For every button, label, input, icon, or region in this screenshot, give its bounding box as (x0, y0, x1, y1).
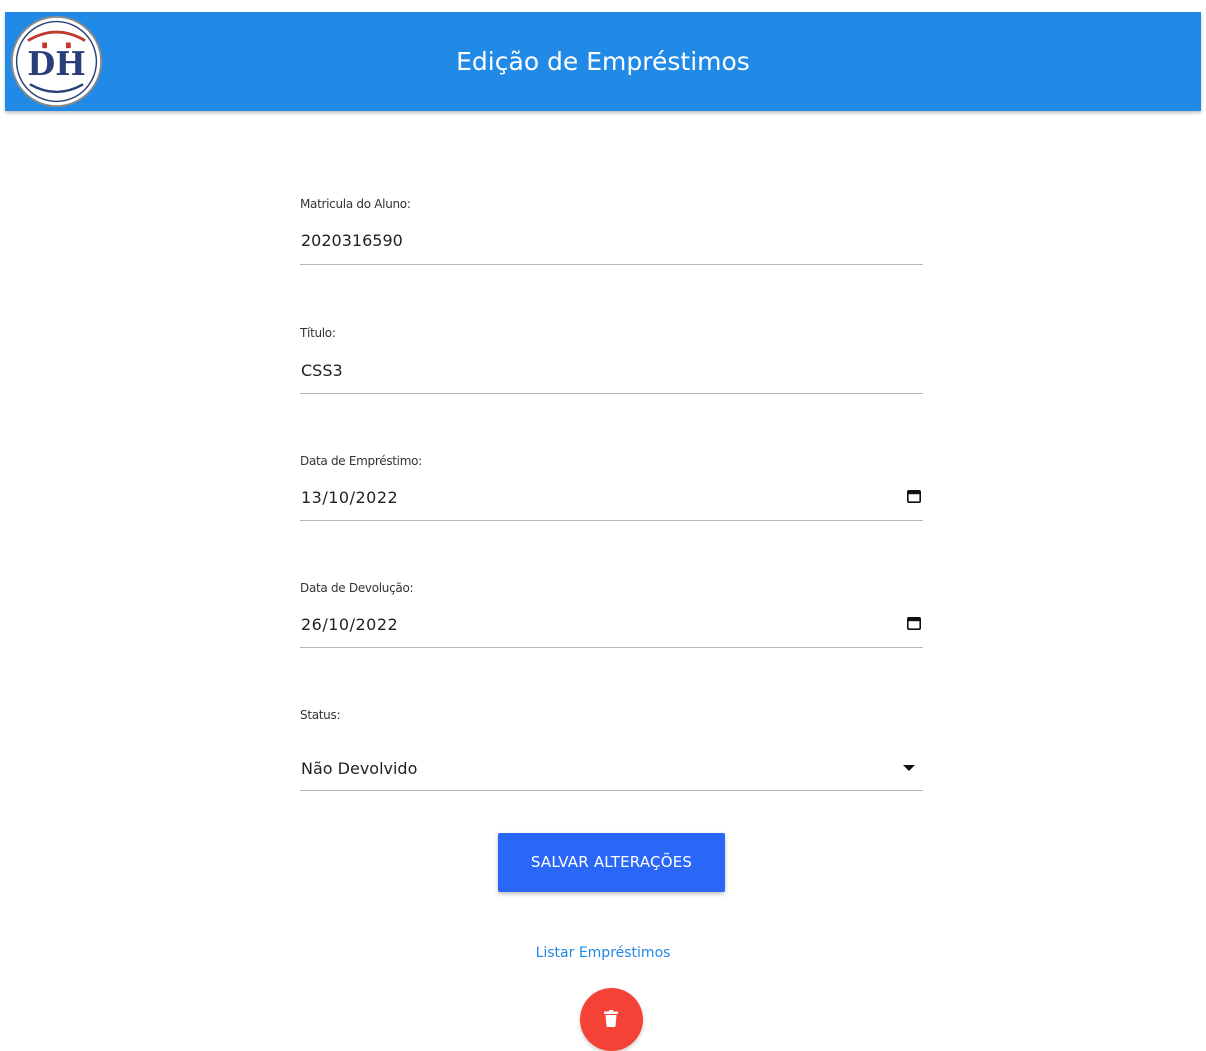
titulo-field[interactable]: Título: CSS3 (300, 326, 923, 396)
data-emprestimo-underline (300, 520, 923, 521)
matricula-underline (300, 264, 923, 265)
dropdown-arrow-icon[interactable] (903, 765, 915, 772)
list-loans-link[interactable]: Listar Empréstimos (0, 945, 1206, 961)
delete-button[interactable] (580, 988, 643, 1051)
save-changes-button[interactable]: SALVAR ALTERAÇÕES (498, 833, 725, 892)
data-devolucao-label: Data de Devolução: (300, 581, 414, 595)
data-emprestimo-input[interactable]: 13/10/2022 (301, 488, 398, 507)
status-label: Status: (300, 708, 341, 722)
calendar-icon[interactable] (907, 490, 921, 503)
titulo-label: Título: (300, 326, 336, 340)
matricula-label: Matricula do Aluno: (300, 197, 411, 211)
data-emprestimo-field[interactable]: Data de Empréstimo: 13/10/2022 (300, 454, 923, 524)
page-title: Edição de Empréstimos (456, 47, 750, 76)
app-header: DH Edição de Empréstimos (5, 12, 1201, 111)
status-field[interactable]: Status: Não Devolvido (300, 708, 923, 793)
data-devolucao-input[interactable]: 26/10/2022 (301, 615, 398, 634)
trash-icon (604, 1010, 618, 1027)
data-devolucao-underline (300, 647, 923, 648)
titulo-underline (300, 393, 923, 394)
titulo-input[interactable]: CSS3 (301, 361, 343, 380)
calendar-icon[interactable] (907, 617, 921, 630)
data-devolucao-field[interactable]: Data de Devolução: 26/10/2022 (300, 581, 923, 651)
status-select[interactable]: Não Devolvido (301, 759, 417, 778)
matricula-field[interactable]: Matricula do Aluno: 2020316590 (300, 197, 923, 267)
data-emprestimo-label: Data de Empréstimo: (300, 454, 422, 468)
matricula-input[interactable]: 2020316590 (301, 231, 403, 250)
status-underline (300, 790, 923, 791)
